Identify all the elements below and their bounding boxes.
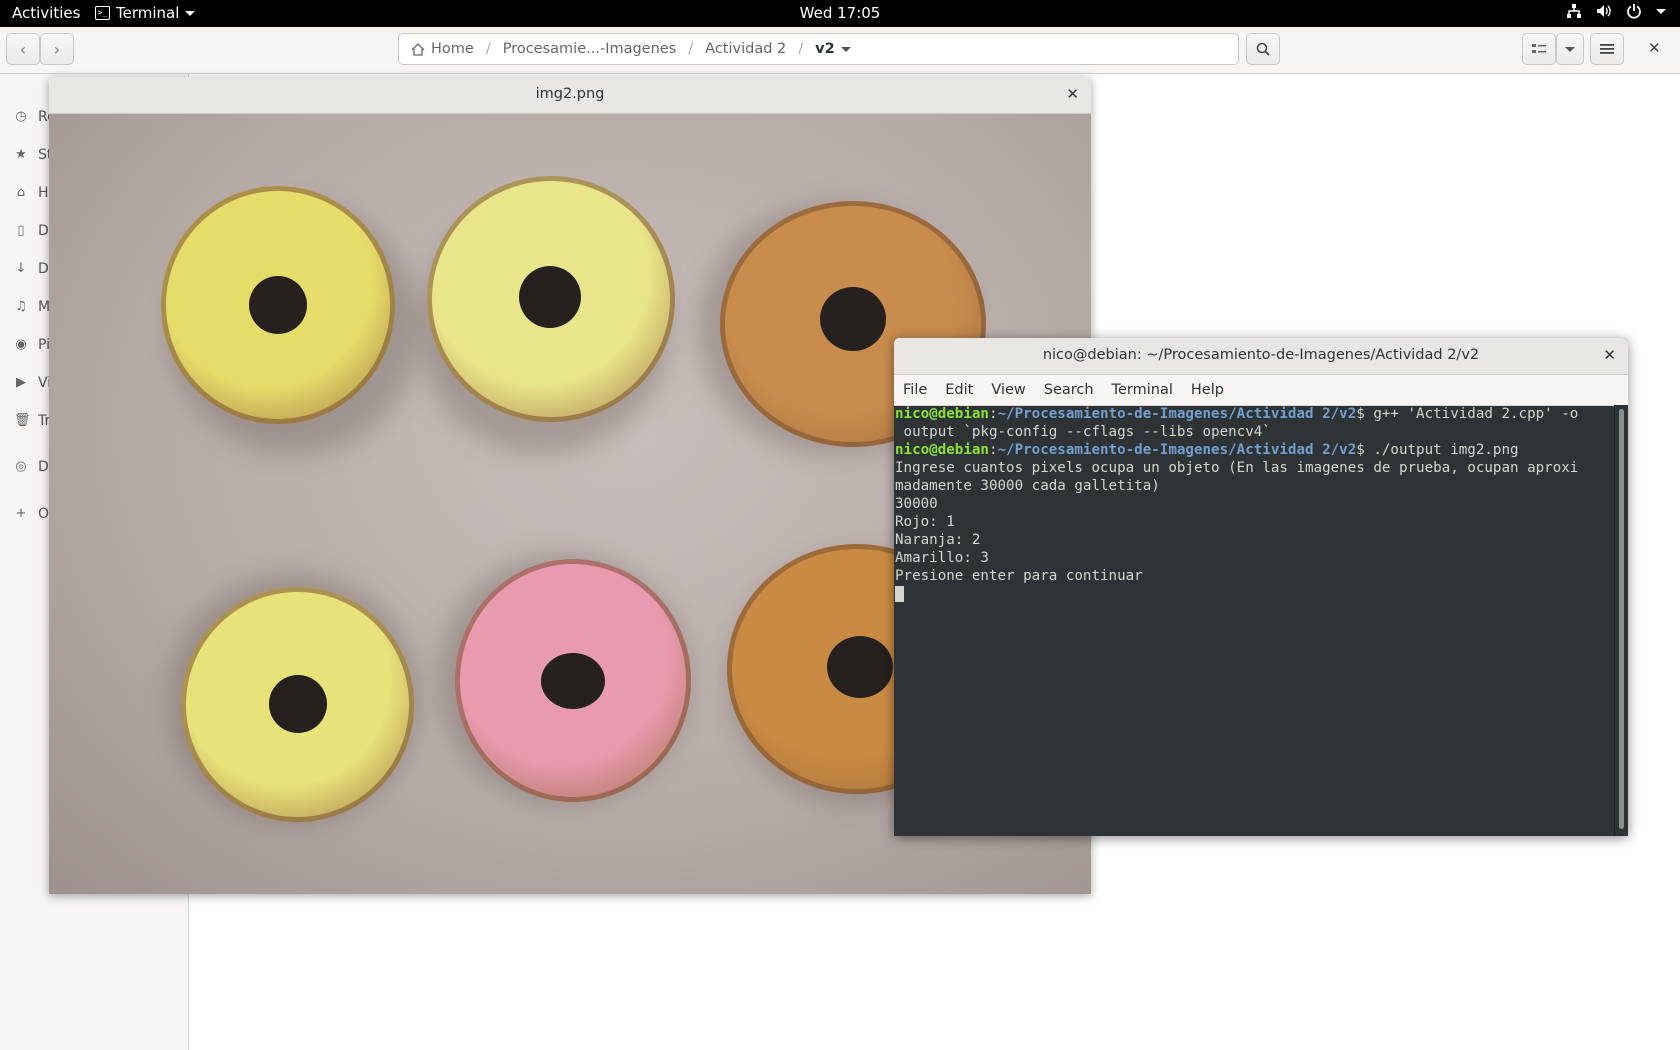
activities-button[interactable]: Activities xyxy=(12,4,80,22)
terminal-line: output `pkg-config --cflags --libs openc… xyxy=(895,424,1271,440)
chevron-right-icon: › xyxy=(53,39,61,59)
breadcrumb-home[interactable]: Home xyxy=(399,41,486,57)
terminal-line: Ingrese cuantos pixels ocupa un objeto (… xyxy=(895,460,1579,476)
terminal-screen[interactable]: nico@debian:~/Procesamiento-de-Imagenes/… xyxy=(894,405,1615,836)
menu-button[interactable] xyxy=(1590,33,1624,65)
volume-icon xyxy=(1597,5,1611,17)
clock[interactable]: Wed 17:05 xyxy=(800,4,881,22)
terminal-icon: >_ xyxy=(95,6,110,20)
chevron-down-icon xyxy=(1565,46,1575,52)
viewer-titlebar[interactable]: img2.png ✕ xyxy=(49,77,1091,114)
disc-icon: ◎ xyxy=(15,459,27,474)
sidebar-item-starred[interactable]: ★ St xyxy=(14,147,52,163)
chevron-down-icon xyxy=(185,10,196,16)
app-menu-button[interactable]: >_ Terminal xyxy=(95,4,196,22)
donut-2 xyxy=(427,176,675,422)
video-icon: ▶ xyxy=(16,375,26,390)
chevron-down-icon[interactable] xyxy=(840,46,851,52)
menu-help[interactable]: Help xyxy=(1182,382,1233,398)
sidebar-item-videos[interactable]: ▶ Vi xyxy=(14,375,51,391)
close-icon: ✕ xyxy=(1066,85,1079,103)
sidebar-item-music[interactable]: ♫ M xyxy=(14,299,50,315)
viewer-title: img2.png xyxy=(535,86,605,102)
forward-button[interactable]: › xyxy=(40,33,74,65)
terminal-line: nico@debian:~/Procesamiento-de-Imagenes/… xyxy=(895,442,1519,458)
network-icon xyxy=(1567,4,1581,18)
terminal-line: Naranja: 2 xyxy=(895,532,981,548)
sidebar-item-downloads[interactable]: ↓ D xyxy=(14,261,49,277)
menu-file[interactable]: File xyxy=(894,382,936,398)
donut-5 xyxy=(455,559,691,802)
sidebar-item-disc[interactable]: ◎ D xyxy=(14,459,48,475)
sidebar-item-pictures[interactable]: ◉ Pi xyxy=(14,337,50,353)
scrollbar-thumb[interactable] xyxy=(1619,409,1624,829)
search-button[interactable] xyxy=(1246,33,1280,65)
terminal-close-button[interactable]: ✕ xyxy=(1603,346,1616,364)
terminal-line: nico@debian:~/Procesamiento-de-Imagenes/… xyxy=(895,406,1579,422)
camera-icon: ◉ xyxy=(15,337,27,352)
donut-hole xyxy=(827,636,893,698)
document-icon: ▯ xyxy=(17,223,25,238)
terminal-titlebar[interactable]: nico@debian: ~/Procesamiento-de-Imagenes… xyxy=(894,338,1628,375)
breadcrumb-actividad-2[interactable]: Actividad 2 xyxy=(693,41,798,57)
trash-icon: 🗑 xyxy=(14,413,31,428)
viewer-close-button[interactable]: ✕ xyxy=(1066,85,1079,103)
terminal-line: Amarillo: 3 xyxy=(895,550,989,566)
donut-hole xyxy=(269,675,327,733)
search-icon xyxy=(1256,42,1270,56)
terminal-line: madamente 30000 cada galletita) xyxy=(895,478,1160,494)
sidebar-item-home[interactable]: ⌂ H xyxy=(14,185,49,201)
system-tray[interactable] xyxy=(1566,3,1666,19)
terminal-line: Rojo: 1 xyxy=(895,514,955,530)
power-icon xyxy=(1627,4,1641,19)
sidebar-item-other-locations[interactable]: + O xyxy=(14,506,49,522)
terminal-scrollbar[interactable] xyxy=(1614,405,1628,836)
donut-hole xyxy=(541,653,605,709)
home-icon xyxy=(411,42,425,56)
terminal-title: nico@debian: ~/Procesamiento-de-Imagenes… xyxy=(1042,347,1480,363)
breadcrumb-current[interactable]: v2 xyxy=(803,41,841,57)
donut-hole xyxy=(820,287,886,351)
close-icon: ✕ xyxy=(1603,346,1616,364)
list-view-icon xyxy=(1532,44,1546,53)
hamburger-icon xyxy=(1600,44,1614,54)
close-icon: ✕ xyxy=(1648,39,1661,57)
terminal-menubar: File Edit View Search Terminal Help xyxy=(894,375,1628,406)
terminal-cursor xyxy=(895,586,904,602)
clock-icon: ◷ xyxy=(15,109,27,124)
home-icon: ⌂ xyxy=(16,185,26,200)
terminal-window: nico@debian: ~/Procesamiento-de-Imagenes… xyxy=(894,338,1628,836)
view-mode-button[interactable] xyxy=(1522,33,1556,65)
top-bar: Activities >_ Terminal Wed 17:05 xyxy=(0,0,1680,27)
menu-edit[interactable]: Edit xyxy=(936,382,982,398)
breadcrumb-procesamiento[interactable]: Procesamie...-Imagenes xyxy=(491,41,689,57)
app-menu-label: Terminal xyxy=(116,4,180,22)
view-options-button[interactable] xyxy=(1556,33,1584,65)
sidebar-item-trash[interactable]: 🗑 Tr xyxy=(14,413,50,429)
donut-hole xyxy=(519,266,581,328)
star-icon: ★ xyxy=(15,147,27,162)
plus-icon: + xyxy=(15,506,27,521)
donut-hole xyxy=(249,276,307,334)
files-headerbar: ‹ › Home / Procesamie...-Imagenes / Acti… xyxy=(0,27,1680,74)
donut-1 xyxy=(161,186,395,424)
sidebar-item-documents[interactable]: ▯ D xyxy=(14,223,48,239)
music-icon: ♫ xyxy=(15,299,27,314)
donut-4 xyxy=(181,587,414,822)
menu-search[interactable]: Search xyxy=(1035,382,1103,398)
download-icon: ↓ xyxy=(15,261,27,276)
close-button[interactable]: ✕ xyxy=(1648,39,1661,57)
breadcrumb: Home / Procesamie...-Imagenes / Activida… xyxy=(398,33,1239,65)
chevron-left-icon: ‹ xyxy=(19,39,27,59)
menu-terminal[interactable]: Terminal xyxy=(1103,382,1182,398)
menu-view[interactable]: View xyxy=(982,382,1034,398)
chevron-down-icon xyxy=(1656,8,1666,14)
terminal-line: 30000 xyxy=(895,496,938,512)
back-button[interactable]: ‹ xyxy=(6,33,40,65)
terminal-line: Presione enter para continuar xyxy=(895,568,1143,584)
